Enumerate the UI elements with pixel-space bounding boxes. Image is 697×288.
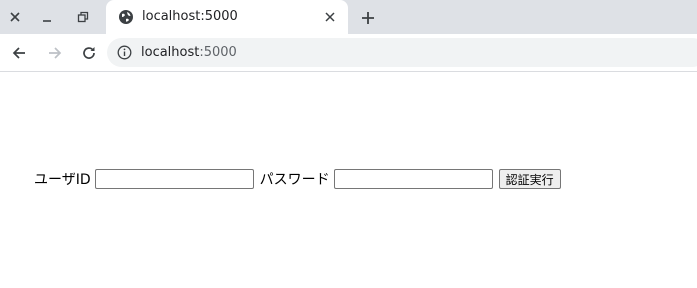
password-label: パスワード [259, 172, 330, 188]
page-content: ユーザID パスワード 認証実行 [0, 72, 697, 288]
window-restore-icon[interactable] [72, 0, 94, 34]
password-input[interactable] [333, 169, 493, 189]
login-form: ユーザID パスワード 認証実行 [34, 168, 561, 190]
new-tab-plus-icon[interactable] [358, 8, 378, 28]
globe-icon [118, 9, 134, 25]
window-close-icon[interactable] [4, 0, 26, 34]
forward-arrow-icon[interactable] [44, 42, 66, 64]
tab-close-icon[interactable] [322, 9, 338, 25]
user-id-input[interactable] [94, 169, 254, 189]
address-bar[interactable]: localhost:5000 [107, 38, 697, 67]
user-id-label: ユーザID [34, 172, 91, 188]
info-icon[interactable] [117, 45, 132, 60]
address-host: localhost [141, 45, 200, 60]
address-port: :5000 [199, 45, 237, 60]
tab-title: localhost:5000 [142, 9, 238, 24]
browser-toolbar: localhost:5000 [0, 34, 697, 72]
back-arrow-icon[interactable] [8, 42, 30, 64]
authenticate-button[interactable]: 認証実行 [498, 169, 561, 189]
tab-strip: localhost:5000 [0, 0, 697, 34]
reload-icon[interactable] [78, 42, 100, 64]
window-minimize-icon[interactable] [36, 0, 58, 34]
active-tab[interactable]: localhost:5000 [106, 0, 348, 34]
address-url: localhost:5000 [141, 38, 237, 67]
